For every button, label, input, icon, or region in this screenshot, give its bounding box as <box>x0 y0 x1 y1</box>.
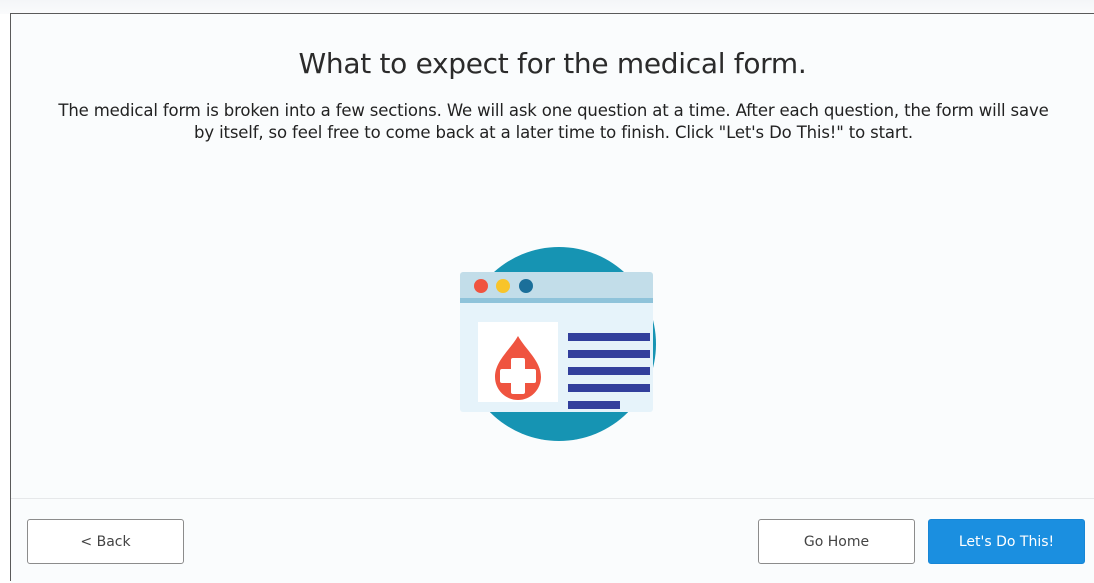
go-home-button[interactable]: Go Home <box>758 519 915 564</box>
window-dot-yellow-icon <box>496 279 510 293</box>
description-line-2: by itself, so feel free to come back at … <box>194 123 913 142</box>
lets-do-this-button[interactable]: Let's Do This! <box>928 519 1085 564</box>
form-line-2 <box>568 350 650 358</box>
dialog-footer: < Back Go Home Let's Do This! <box>11 498 1094 583</box>
back-button[interactable]: < Back <box>27 519 184 564</box>
window-titlebar <box>460 272 653 302</box>
form-line-5 <box>568 401 620 409</box>
titlebar-divider <box>460 298 653 303</box>
page-title: What to expect for the medical form. <box>298 47 807 80</box>
form-line-4 <box>568 384 650 392</box>
window-dot-blue-icon <box>519 279 533 293</box>
intro-description: The medical form is broken into a few se… <box>13 100 1094 144</box>
form-line-3 <box>568 367 650 375</box>
medical-form-illustration <box>460 247 656 441</box>
medical-form-intro-dialog: What to expect for the medical form. The… <box>10 13 1094 583</box>
background-strip <box>0 0 1094 14</box>
window-dot-red-icon <box>474 279 488 293</box>
description-line-1: The medical form is broken into a few se… <box>58 101 1049 120</box>
cross-horizontal <box>500 369 536 383</box>
form-line-1 <box>568 333 650 341</box>
